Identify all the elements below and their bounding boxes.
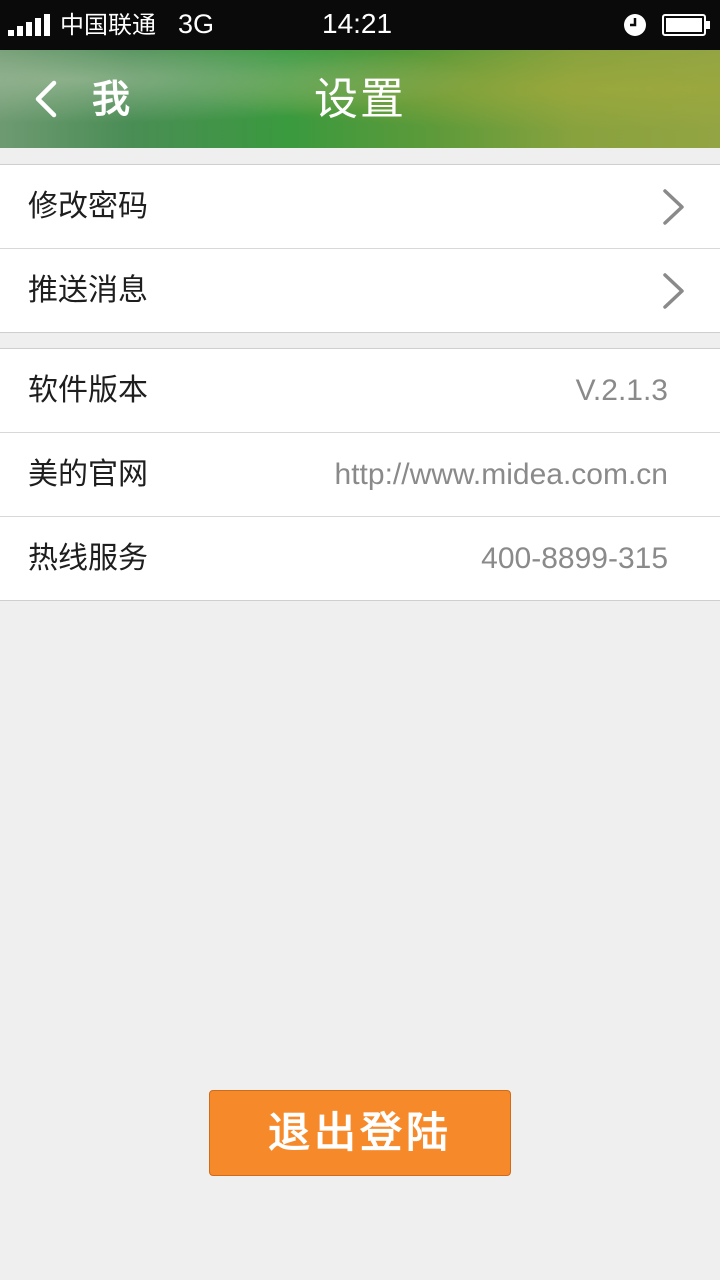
website-link[interactable]: http://www.midea.com.cn: [335, 455, 668, 495]
version-value: V.2.1.3: [575, 374, 668, 407]
page-title: 设置: [314, 74, 406, 125]
hotline-number[interactable]: 400-8899-315: [481, 539, 668, 579]
row-label: 修改密码: [28, 189, 148, 224]
logout-button[interactable]: 退出登陆: [209, 1090, 511, 1176]
signal-icon: [8, 14, 50, 36]
row-label: 美的官网: [28, 457, 148, 492]
carrier-name: 中国联通: [60, 11, 156, 39]
nav-header: 我 设置: [0, 50, 720, 148]
change-password-row[interactable]: 修改密码: [0, 165, 720, 249]
alarm-icon: [624, 14, 646, 36]
status-bar: 中国联通 3G 14:21: [0, 0, 720, 50]
settings-screen: 中国联通 3G 14:21 我 设置 修改密码 推送消息 软件版本 V.2.1.…: [0, 0, 720, 1280]
hotline-row[interactable]: 热线服务 400-8899-315: [0, 517, 720, 600]
row-label: 推送消息: [28, 273, 148, 308]
chevron-right-icon: [663, 273, 684, 309]
chevron-right-icon: [663, 189, 684, 225]
settings-group-account: 修改密码 推送消息: [0, 164, 720, 333]
status-time: 14:21: [322, 8, 393, 39]
push-notifications-row[interactable]: 推送消息: [0, 249, 720, 332]
settings-group-info: 软件版本 V.2.1.3 美的官网 http://www.midea.com.c…: [0, 348, 720, 601]
software-version-row: 软件版本 V.2.1.3: [0, 349, 720, 433]
row-label: 热线服务: [28, 541, 148, 576]
battery-icon: [662, 14, 710, 36]
official-website-row[interactable]: 美的官网 http://www.midea.com.cn: [0, 433, 720, 517]
row-label: 软件版本: [28, 373, 148, 408]
network-type: 3G: [178, 9, 215, 39]
